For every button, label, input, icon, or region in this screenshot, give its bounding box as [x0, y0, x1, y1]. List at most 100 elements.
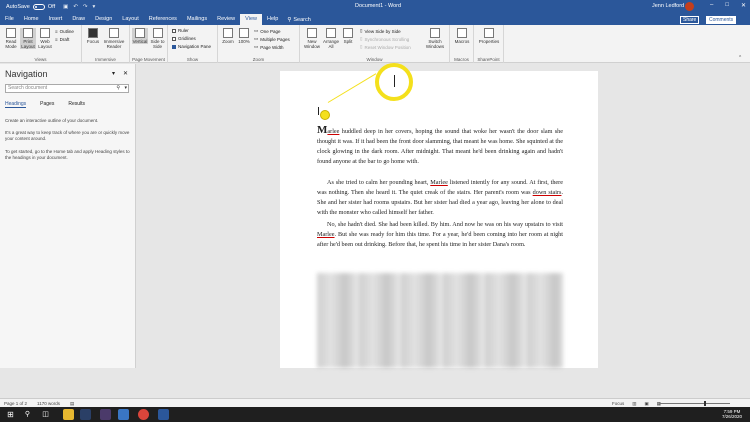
print-layout-label: Print Layout: [21, 39, 35, 49]
outline-button[interactable]: ≡ Outline: [55, 29, 74, 34]
blurred-content: [317, 273, 563, 368]
document-page[interactable]: Marlee huddled deep in her covers, hopin…: [280, 63, 598, 368]
undo-icon[interactable]: ↶: [73, 4, 78, 10]
zoom-100-icon: [239, 28, 249, 38]
paragraph-3[interactable]: No, she hadn't died. She had been killed…: [317, 220, 563, 250]
pane-options-icon[interactable]: ▾: [112, 70, 115, 77]
ruler-label: Ruler: [178, 28, 189, 33]
menu-bar: File Home Insert Draw Design Layout Refe…: [0, 14, 750, 25]
redo-icon[interactable]: ↷: [83, 4, 88, 10]
side-to-side-button[interactable]: Side to Side: [149, 28, 166, 49]
save-icon[interactable]: ▣: [63, 4, 68, 10]
properties-button[interactable]: Properties: [477, 28, 501, 44]
ruler-check-icon[interactable]: [172, 28, 176, 33]
system-clock[interactable]: 7:59 PM 7/26/2020: [722, 409, 742, 419]
search-box[interactable]: ⚲ Search: [287, 17, 310, 23]
premiere-icon[interactable]: [100, 409, 111, 420]
search-icon[interactable]: ⚲: [22, 409, 33, 420]
paragraph-1-first-word: arlee: [327, 128, 340, 135]
close-pane-icon[interactable]: ✕: [123, 70, 128, 77]
collapse-ribbon-icon[interactable]: ⌃: [738, 55, 742, 61]
tab-review[interactable]: Review: [212, 14, 240, 25]
navigation-help-2: It's a great way to keep track of where …: [5, 130, 130, 141]
share-button[interactable]: Share: [680, 16, 700, 24]
zoom-slider[interactable]: [660, 403, 730, 404]
new-window-button[interactable]: New Window: [303, 28, 321, 49]
gridlines-checkbox[interactable]: Gridlines: [172, 36, 196, 41]
draft-button[interactable]: ≡ Draft: [55, 37, 69, 42]
app-icon[interactable]: [118, 409, 129, 420]
macros-button[interactable]: Macros: [453, 28, 471, 44]
ruler-checkbox[interactable]: Ruler: [172, 28, 189, 33]
paragraph-1[interactable]: Marlee huddled deep in her covers, hopin…: [317, 125, 563, 167]
arrange-all-button[interactable]: Arrange All: [322, 28, 340, 49]
tab-layout[interactable]: Layout: [117, 14, 144, 25]
views-group-label: Views: [34, 57, 47, 62]
comments-button[interactable]: Comments: [706, 16, 737, 24]
file-explorer-icon[interactable]: [63, 409, 74, 420]
draft-label: Draft: [59, 37, 70, 42]
new-window-icon: [307, 28, 317, 38]
tab-results[interactable]: Results: [68, 101, 85, 108]
autosave-toggle[interactable]: AutoSave Off: [6, 4, 55, 10]
zoom-button[interactable]: Zoom: [221, 28, 235, 44]
paragraph-2[interactable]: As she tried to calm her pounding heart,…: [317, 178, 563, 218]
print-layout-icon: [23, 28, 33, 38]
page-movement-group-label: Page Movement: [132, 57, 165, 62]
zoom-100-button[interactable]: 100%: [237, 28, 251, 44]
task-view-icon[interactable]: ◫: [40, 409, 51, 420]
synchronous-scrolling-button[interactable]: ▯ Synchronous Scrolling: [360, 36, 409, 42]
side-by-side-button[interactable]: ▯ View Side by Side: [360, 28, 401, 34]
tab-view[interactable]: View: [240, 14, 262, 25]
multiple-pages-button[interactable]: ▭ Multiple Pages: [254, 36, 290, 42]
navigation-search-input[interactable]: Search document ⚲ ▾: [5, 84, 129, 93]
switch-windows-button[interactable]: Switch Windows: [424, 28, 446, 49]
minimize-icon[interactable]: –: [710, 2, 713, 9]
read-mode-button[interactable]: Read Mode: [3, 28, 19, 49]
arrange-all-label: Arrange All: [322, 39, 339, 49]
word-icon[interactable]: [158, 409, 169, 420]
navigation-pane-check-icon[interactable]: [172, 44, 176, 49]
split-button[interactable]: Split: [341, 28, 355, 44]
window-controls: – □ ✕: [710, 2, 746, 9]
customize-icon[interactable]: ▾: [93, 4, 96, 10]
close-icon[interactable]: ✕: [741, 2, 746, 9]
one-page-button[interactable]: ▭ One Page: [254, 28, 281, 34]
tab-headings[interactable]: Headings: [5, 101, 27, 108]
chevron-down-icon[interactable]: ▾: [124, 85, 127, 92]
sharepoint-group-label: SharePoint: [477, 57, 500, 62]
document-canvas[interactable]: Marlee huddled deep in her covers, hopin…: [137, 63, 750, 368]
focus-button[interactable]: Focus: [85, 28, 101, 44]
tab-design[interactable]: Design: [90, 14, 117, 25]
i-beam-cursor-icon: [394, 75, 395, 87]
windows-start-icon[interactable]: ⊞: [5, 409, 16, 420]
web-layout-icon: [40, 28, 50, 38]
tab-references[interactable]: References: [144, 14, 182, 25]
search-icon[interactable]: ⚲: [116, 85, 120, 92]
tab-mailings[interactable]: Mailings: [182, 14, 212, 25]
tab-insert[interactable]: Insert: [44, 14, 68, 25]
print-layout-button[interactable]: Print Layout: [20, 28, 36, 49]
tab-file[interactable]: File: [0, 14, 19, 25]
tab-home[interactable]: Home: [19, 14, 44, 25]
tab-draw[interactable]: Draw: [67, 14, 90, 25]
autosave-switch-icon[interactable]: [32, 4, 45, 10]
reset-window-position-button[interactable]: ▯ Reset Window Position: [360, 44, 411, 50]
navigation-pane-checkbox[interactable]: Navigation Pane: [172, 44, 211, 49]
web-layout-button[interactable]: Web Layout: [37, 28, 53, 49]
photoshop-icon[interactable]: [80, 409, 91, 420]
zoom-slider-thumb[interactable]: [704, 401, 706, 406]
vertical-button[interactable]: Vertical: [132, 28, 148, 44]
gridlines-check-icon[interactable]: [172, 36, 176, 41]
macros-group-label: Macros: [454, 57, 469, 62]
chrome-icon[interactable]: [138, 409, 149, 420]
page-movement-group: Vertical Side to Side Page Movement: [130, 25, 168, 63]
maximize-icon[interactable]: □: [725, 2, 729, 9]
user-name[interactable]: Jenn Ledford: [652, 3, 684, 9]
avatar[interactable]: [685, 2, 694, 11]
page-width-button[interactable]: ▭ Page Width: [254, 44, 284, 50]
tab-help[interactable]: Help: [262, 14, 283, 25]
one-page-label: One Page: [260, 28, 281, 34]
immersive-reader-button[interactable]: Immersive Reader: [102, 28, 126, 49]
tab-pages[interactable]: Pages: [40, 101, 54, 108]
